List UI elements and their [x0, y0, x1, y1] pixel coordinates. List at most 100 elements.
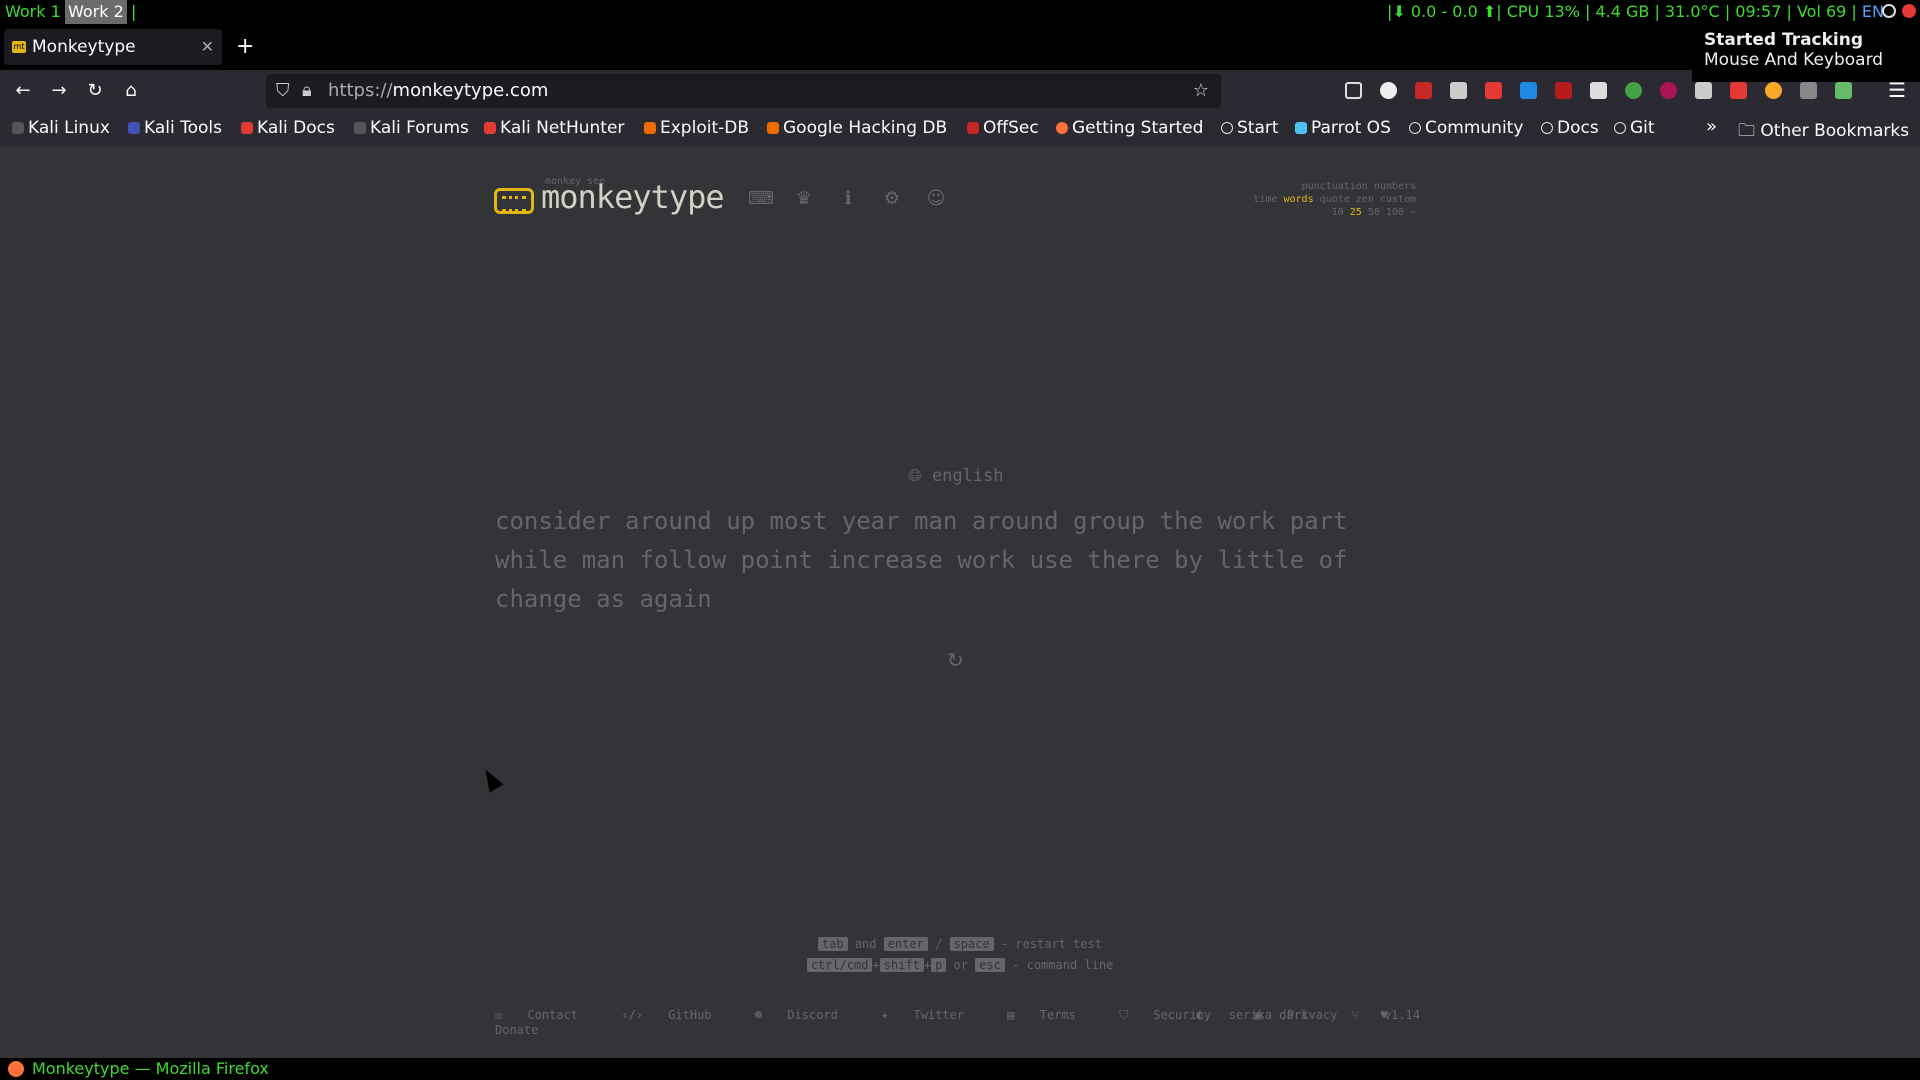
config-toggles[interactable]: punctuation numbers: [1253, 180, 1416, 193]
mode-custom[interactable]: custom: [1380, 194, 1416, 205]
extension-leaf-icon[interactable]: [1835, 82, 1852, 99]
bookmark-google-hacking-db[interactable]: Google Hacking DB: [767, 118, 947, 138]
extension-red-s-icon[interactable]: [1485, 82, 1502, 99]
system-status-text: |⬇ 0.0 - 0.0 ⬆| CPU 13% | 4.4 GB | 31.0°…: [1387, 2, 1857, 21]
count-100[interactable]: 100: [1386, 207, 1404, 218]
extensions-toolbar: [1345, 82, 1852, 99]
hint-plus: +: [923, 958, 932, 972]
forward-button[interactable]: →: [48, 80, 70, 101]
extension-hd-icon[interactable]: [1415, 82, 1432, 99]
shutdown-icon[interactable]: [1902, 4, 1916, 18]
extension-shield-icon[interactable]: [1520, 82, 1537, 99]
footer-github[interactable]: ‹/› GitHub: [621, 1008, 729, 1022]
bookmark-community[interactable]: Community: [1409, 118, 1523, 138]
crown-icon[interactable]: ♛: [792, 188, 816, 209]
window-title-bar: Monkeytype — Mozilla Firefox: [0, 1058, 1920, 1080]
settings-gear-icon[interactable]: ⚙: [880, 188, 904, 209]
tab-monkeytype[interactable]: mt Monkeytype ✕: [4, 29, 222, 65]
extension-cloud-icon[interactable]: [1450, 82, 1467, 99]
workspace-2[interactable]: Work 2: [65, 0, 127, 24]
workspace-1[interactable]: Work 1: [2, 0, 64, 24]
pocket-icon[interactable]: [1345, 82, 1362, 99]
ghdb-icon: [767, 122, 779, 134]
home-button[interactable]: ⌂: [120, 80, 142, 101]
version-button[interactable]: ⑂ v1.14: [1333, 1008, 1420, 1022]
footer-discord-label: Discord: [787, 1008, 838, 1022]
language-selector[interactable]: 🌐︎ english: [908, 466, 1004, 486]
words-display[interactable]: consider around up most year man around …: [495, 502, 1425, 619]
keyboard-icon[interactable]: ⌨: [748, 188, 774, 209]
bookmark-label: Google Hacking DB: [783, 118, 948, 138]
mode-zen[interactable]: zen: [1356, 194, 1374, 205]
more-bookmarks-chevron-icon[interactable]: »: [1706, 116, 1717, 137]
other-bookmarks[interactable]: 🗀︎ Other Bookmarks: [1738, 118, 1909, 147]
twitter-icon: ✦: [881, 1008, 896, 1022]
navigation-bar: ← → ↻ ⌂ ⛉ 🔒︎ https://monkeytype.com ☆ ☰: [0, 70, 1920, 112]
bookmark-kali-forums[interactable]: Kali Forums: [354, 118, 469, 138]
globe-icon: [1221, 122, 1233, 134]
bookmark-getting-started[interactable]: Getting Started: [1056, 118, 1203, 138]
monkeytype-logo-icon[interactable]: [494, 188, 534, 214]
system-tray: [1882, 4, 1916, 18]
extension-bars-icon[interactable]: [1590, 82, 1607, 99]
extension-green-icon[interactable]: [1625, 82, 1642, 99]
shield-icon[interactable]: ⛉: [276, 74, 290, 108]
mode-time[interactable]: time: [1253, 194, 1277, 205]
count-10[interactable]: 10: [1332, 207, 1344, 218]
count-50[interactable]: 50: [1368, 207, 1380, 218]
mode-words[interactable]: words: [1284, 194, 1314, 205]
count-25[interactable]: 25: [1350, 207, 1362, 218]
bookmark-start[interactable]: Start: [1221, 118, 1279, 138]
config-counts: 10 25 50 100 ✂: [1253, 206, 1416, 219]
close-tab-icon[interactable]: ✕: [201, 29, 214, 65]
kbd-space: space: [949, 937, 994, 951]
bookmark-kali-tools[interactable]: Kali Tools: [128, 118, 222, 138]
new-tab-button[interactable]: +: [236, 34, 254, 59]
bookmark-kali-docs[interactable]: Kali Docs: [241, 118, 335, 138]
exploit-db-icon: [644, 122, 656, 134]
language-label: english: [931, 466, 1004, 486]
footer-contact[interactable]: ✉ Contact: [495, 1008, 596, 1022]
test-config: punctuation numbers time words quote zen…: [1253, 180, 1416, 219]
theme-button[interactable]: ◐ serika dark: [1178, 1008, 1308, 1022]
extension-s-icon[interactable]: [1380, 82, 1397, 99]
keyboard-layout[interactable]: EN: [1862, 2, 1884, 21]
bookmark-parrot-os[interactable]: Parrot OS: [1295, 118, 1391, 138]
info-icon[interactable]: ℹ: [836, 188, 860, 209]
extension-ublock-icon[interactable]: [1555, 82, 1572, 99]
restart-icon[interactable]: ↻: [947, 648, 964, 672]
palette-icon: ◐: [1196, 1008, 1211, 1022]
file-icon: ▤: [1007, 1008, 1022, 1022]
hint-plus: +: [872, 958, 880, 972]
extension-face-icon[interactable]: [1765, 82, 1782, 99]
bookmark-git[interactable]: Git: [1614, 118, 1655, 138]
bookmarks-bar: Kali Linux Kali Tools Kali Docs Kali For…: [0, 112, 1920, 146]
bookmark-kali-linux[interactable]: Kali Linux: [12, 118, 110, 138]
bookmark-offsec[interactable]: OffSec: [967, 118, 1039, 138]
footer-donate-label: Donate: [495, 1023, 539, 1037]
logo-text[interactable]: monkeytype: [541, 178, 725, 216]
firefox-icon: [1056, 122, 1068, 134]
power-icon[interactable]: [1882, 4, 1896, 18]
bookmark-exploit-db[interactable]: Exploit-DB: [644, 118, 749, 138]
footer-discord[interactable]: ☻ Discord: [755, 1008, 856, 1022]
extension-pink-icon[interactable]: [1660, 82, 1677, 99]
globe-icon: 🌐︎: [908, 466, 932, 486]
footer-terms[interactable]: ▤ Terms: [1007, 1008, 1094, 1022]
extension-pen-icon[interactable]: [1695, 82, 1712, 99]
bookmark-star-icon[interactable]: ☆: [1193, 74, 1209, 108]
address-bar[interactable]: ⛉ 🔒︎ https://monkeytype.com ☆: [266, 74, 1221, 108]
back-button[interactable]: ←: [12, 80, 34, 101]
lock-icon[interactable]: 🔒︎: [302, 74, 312, 108]
extension-gray-icon[interactable]: [1800, 82, 1817, 99]
custom-tools-icon[interactable]: ✂: [1410, 207, 1416, 218]
account-user-icon[interactable]: ☺: [924, 188, 948, 209]
reload-button[interactable]: ↻: [84, 80, 106, 101]
tab-title: Monkeytype: [32, 37, 136, 57]
extension-red-pen-icon[interactable]: [1730, 82, 1747, 99]
globe-icon: [1409, 122, 1421, 134]
bookmark-kali-nethunter[interactable]: Kali NetHunter: [484, 118, 624, 138]
mode-quote[interactable]: quote: [1320, 194, 1350, 205]
bookmark-docs[interactable]: Docs: [1541, 118, 1599, 138]
footer-twitter[interactable]: ✦ Twitter: [881, 1008, 982, 1022]
